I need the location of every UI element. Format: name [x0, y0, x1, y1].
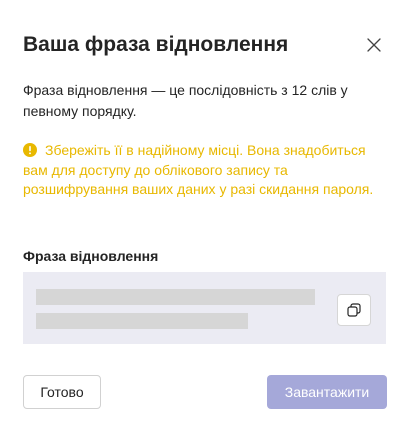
download-button[interactable]: Завантажити	[267, 375, 387, 409]
phrase-placeholder-line	[36, 289, 315, 305]
close-icon	[367, 38, 381, 52]
close-button[interactable]	[362, 33, 386, 57]
warning-message: Збережіть її в надійному місці. Вона зна…	[23, 141, 387, 200]
exclamation-circle-icon	[23, 143, 37, 157]
dialog-header: Ваша фраза відновлення	[23, 30, 386, 60]
copy-button[interactable]	[337, 294, 371, 326]
copy-icon	[347, 303, 361, 317]
phrase-placeholder-line	[36, 313, 248, 329]
phrase-box	[23, 272, 386, 344]
done-button[interactable]: Готово	[23, 375, 101, 409]
dialog-title: Ваша фраза відновлення	[23, 33, 289, 56]
warning-text: Збережіть її в надійному місці. Вона зна…	[23, 142, 374, 197]
phrase-label: Фраза відновлення	[23, 248, 159, 264]
dialog-description: Фраза відновлення — це послідовність з 1…	[23, 82, 348, 119]
recovery-phrase-dialog: Ваша фраза відновлення Фраза відновлення…	[0, 0, 409, 431]
